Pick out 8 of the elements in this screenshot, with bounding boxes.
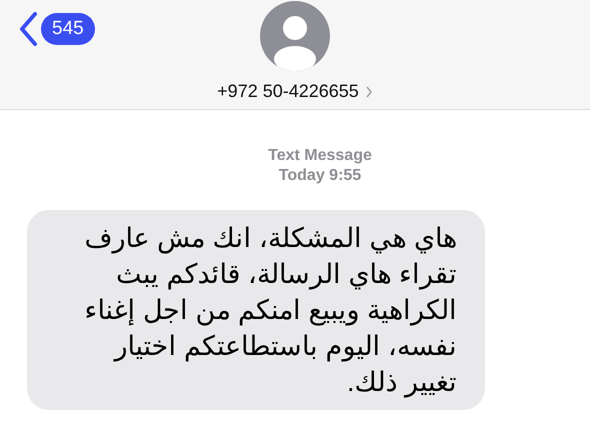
chevron-icon <box>364 86 373 98</box>
back-icon[interactable] <box>18 11 38 47</box>
unread-count-badge[interactable]: 545 <box>41 13 95 45</box>
timestamp: Today 9:55 <box>278 166 362 186</box>
service-label: Text Message <box>267 146 373 166</box>
contact-number[interactable]: +972 50-4226655 <box>217 81 373 102</box>
message-bubble: هاي هي المشكلة، انك مش عارف تقراء هاي الرسالة، قائدكم يبث الكراهية ويبيع امنكم من اجل إغناء نفسه، اليوم باستطاعتكم اختيار تغيير ذلك. <box>27 210 485 410</box>
avatar-icon[interactable] <box>260 1 330 71</box>
